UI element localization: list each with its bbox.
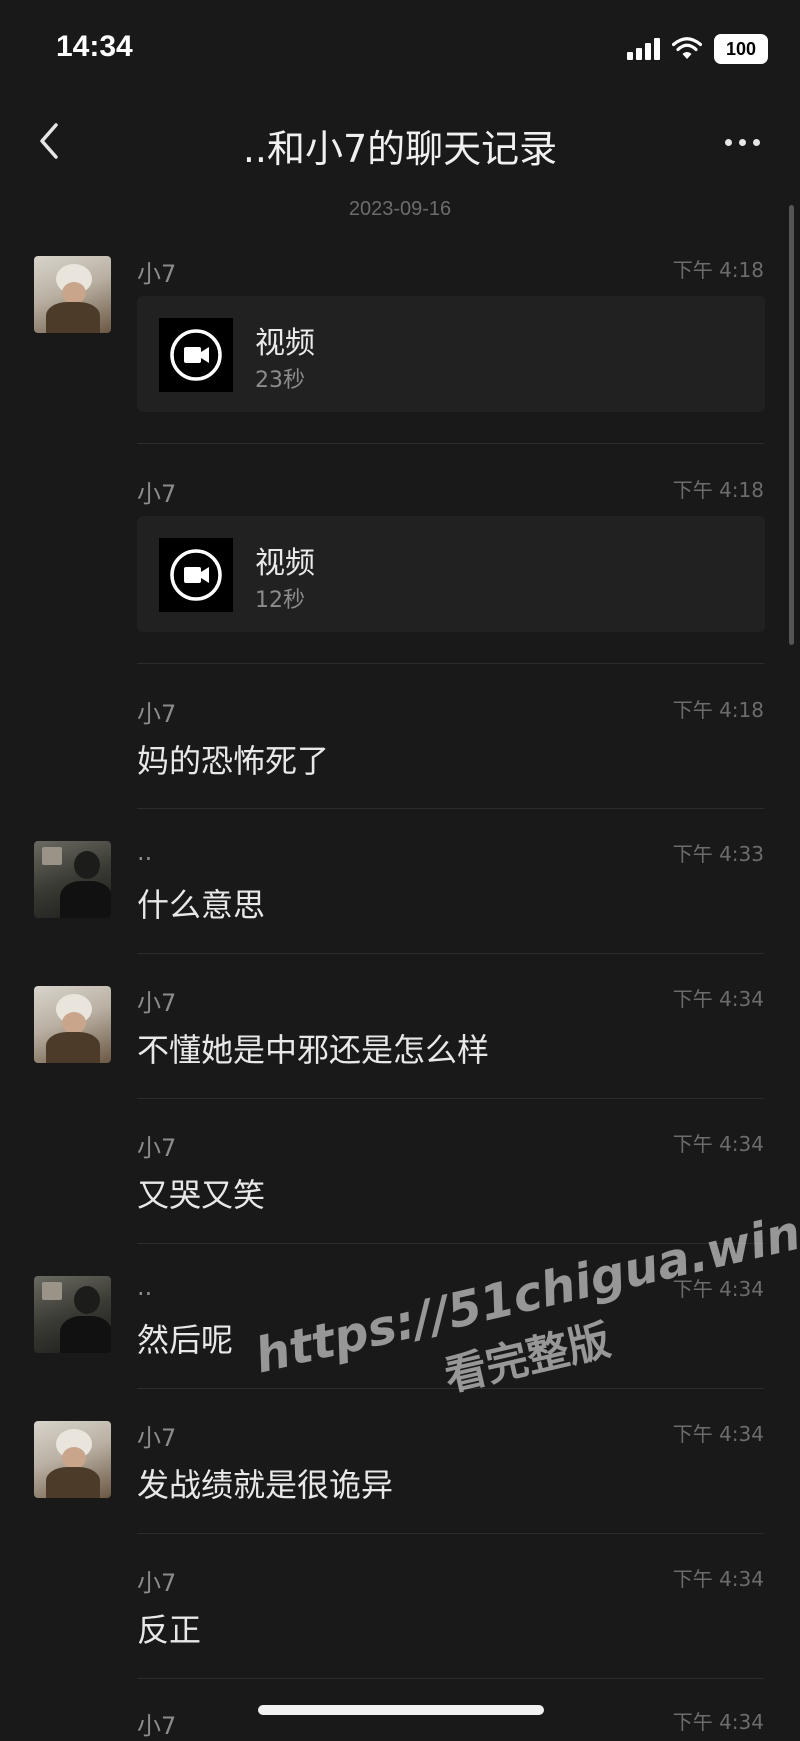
divider — [137, 443, 764, 444]
message-text: 然后呢 — [137, 1321, 234, 1359]
video-thumbnail — [159, 538, 233, 612]
video-thumbnail — [159, 318, 233, 392]
video-camera-icon — [170, 329, 222, 381]
battery-icon: 100 — [714, 34, 768, 64]
message-time: 下午 4:18 — [672, 478, 764, 502]
page-title: ..和小7的聊天记录 — [242, 127, 558, 171]
divider — [137, 953, 764, 954]
message-text: 反正 — [137, 1611, 202, 1649]
nav-bar: ..和小7的聊天记录 — [0, 100, 800, 190]
video-duration: 12秒 — [255, 588, 305, 613]
divider — [137, 663, 764, 664]
message-time: 下午 4:34 — [672, 1567, 764, 1591]
more-button[interactable] — [712, 120, 772, 164]
divider — [137, 808, 764, 809]
message-text: 妈的恐怖死了 — [137, 742, 330, 780]
more-dots-icon — [724, 138, 732, 146]
video-card[interactable]: 视频 12秒 — [137, 516, 765, 632]
divider — [137, 1533, 764, 1534]
avatar[interactable] — [34, 1421, 111, 1498]
wifi-icon — [672, 37, 702, 59]
message-text: 发战绩就是很诡异 — [137, 1466, 394, 1504]
message-text: 什么意思 — [137, 886, 266, 924]
divider — [137, 1388, 764, 1389]
avatar[interactable] — [34, 986, 111, 1063]
message-sender: 小7 — [137, 1712, 177, 1740]
video-duration: 23秒 — [255, 368, 305, 393]
status-bar: 14:34 100 — [0, 0, 800, 100]
message-sender: 小7 — [137, 700, 177, 728]
message-sender: 小7 — [137, 260, 177, 288]
date-separator: 2023-09-16 — [348, 198, 452, 220]
avatar[interactable] — [34, 1276, 111, 1353]
video-camera-icon — [170, 549, 222, 601]
video-title: 视频 — [255, 326, 315, 361]
message-text: 又哭又笑 — [137, 1176, 266, 1214]
status-icons: 100 — [627, 34, 768, 64]
divider — [137, 1243, 764, 1244]
divider — [137, 1098, 764, 1099]
divider — [137, 1678, 764, 1679]
message-time: 下午 4:18 — [672, 258, 764, 282]
avatar[interactable] — [34, 256, 111, 333]
message-time: 下午 4:34 — [672, 1422, 764, 1446]
message-time: 下午 4:34 — [672, 1277, 764, 1301]
message-sender: 小7 — [137, 1569, 177, 1597]
message-sender: .. — [137, 838, 153, 866]
message-text: 不懂她是中邪还是怎么样 — [137, 1031, 490, 1069]
video-title: 视频 — [255, 546, 315, 581]
message-sender: .. — [137, 1273, 153, 1301]
message-time: 下午 4:34 — [672, 1710, 764, 1734]
avatar[interactable] — [34, 841, 111, 918]
message-time: 下午 4:34 — [672, 1132, 764, 1156]
message-sender: 小7 — [137, 480, 177, 508]
cellular-signal-icon — [627, 38, 660, 60]
status-time: 14:34 — [56, 30, 133, 63]
message-sender: 小7 — [137, 1134, 177, 1162]
home-indicator[interactable] — [258, 1705, 544, 1715]
message-time: 下午 4:33 — [672, 842, 764, 866]
scrollbar[interactable] — [789, 205, 794, 645]
video-card[interactable]: 视频 23秒 — [137, 296, 765, 412]
watermark: https://51chigua.win 看完整版 — [250, 1205, 800, 1444]
message-sender: 小7 — [137, 1424, 177, 1452]
message-time: 下午 4:34 — [672, 987, 764, 1011]
message-sender: 小7 — [137, 989, 177, 1017]
message-time: 下午 4:18 — [672, 698, 764, 722]
